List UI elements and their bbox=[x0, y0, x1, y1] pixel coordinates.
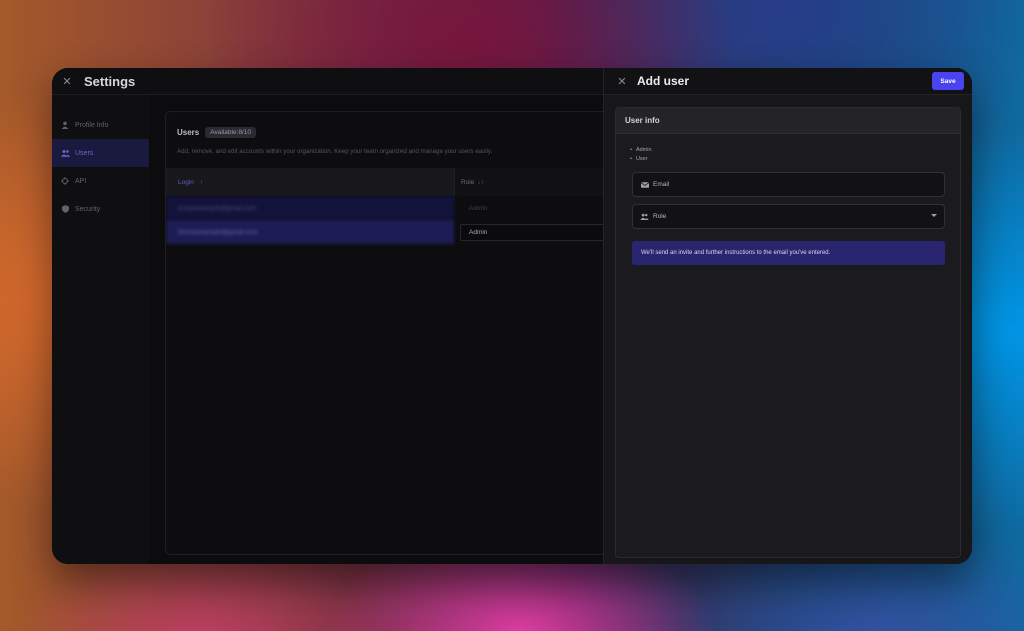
role-cell: Admin bbox=[454, 196, 624, 220]
email-placeholder: Email bbox=[653, 181, 670, 188]
save-button[interactable]: Save bbox=[932, 72, 964, 90]
sidebar-item-security[interactable]: Security bbox=[52, 195, 149, 223]
chevron-down-icon bbox=[931, 214, 937, 217]
role-placeholder: Role bbox=[653, 213, 667, 220]
login-cell: emaclexample@gmail.com bbox=[166, 196, 454, 220]
sidebar-item-label: Users bbox=[75, 149, 94, 157]
role-dropdown[interactable]: Role bbox=[632, 204, 945, 229]
close-icon[interactable]: ✕ bbox=[61, 75, 73, 88]
users-title: Users bbox=[177, 128, 200, 137]
users-icon bbox=[640, 212, 649, 221]
sidebar-item-label: Security bbox=[75, 205, 101, 213]
sidebar-item-api[interactable]: API bbox=[52, 167, 149, 195]
role-cell: Admin bbox=[454, 220, 624, 244]
shield-icon bbox=[60, 204, 70, 214]
column-header-role[interactable]: Role ↓↑ bbox=[454, 168, 624, 196]
sort-icon: ↓↑ bbox=[477, 178, 484, 186]
sidebar-item-profile-info[interactable]: Profile Info bbox=[52, 111, 149, 139]
add-user-title: Add user bbox=[637, 74, 690, 88]
available-badge: Available:8/10 bbox=[205, 127, 256, 138]
close-icon[interactable]: ✕ bbox=[616, 75, 628, 88]
users-description: Add, remove, and edit accounts within yo… bbox=[177, 148, 493, 155]
sidebar-item-label: API bbox=[75, 177, 87, 185]
column-header-login[interactable]: Login ↑ bbox=[166, 168, 454, 196]
add-user-panel: ✕ Add user Save User info Admin User Ema… bbox=[603, 68, 972, 564]
login-cell: Dominexample@gmail.com bbox=[166, 220, 454, 244]
api-icon bbox=[60, 176, 70, 186]
user-icon bbox=[60, 120, 70, 130]
sort-up-icon: ↑ bbox=[199, 178, 204, 186]
table-row[interactable]: Dominexample@gmail.com Admin bbox=[166, 220, 624, 244]
role-select[interactable]: Admin bbox=[460, 223, 610, 241]
table-row[interactable]: emaclexample@gmail.com Admin bbox=[166, 196, 624, 220]
settings-window: ✕ Settings Profile Info Users API Securi… bbox=[52, 68, 972, 564]
sidebar-item-label: Profile Info bbox=[75, 121, 109, 129]
user-info-title: User info bbox=[616, 108, 960, 134]
table-header: Login ↑ Role ↓↑ bbox=[166, 168, 624, 196]
list-item: Admin bbox=[630, 146, 652, 155]
user-info-card: User info Admin User Email Role We'll se… bbox=[615, 107, 961, 558]
users-panel: Users Available:8/10 Add, remove, and ed… bbox=[165, 111, 625, 555]
role-select[interactable]: Admin bbox=[460, 200, 610, 217]
role-options-list: Admin User bbox=[630, 146, 652, 163]
add-user-header: ✕ Add user Save bbox=[604, 68, 972, 95]
sidebar: Profile Info Users API Security bbox=[52, 95, 149, 564]
settings-title: Settings bbox=[84, 73, 136, 89]
mail-icon bbox=[640, 180, 649, 189]
users-icon bbox=[60, 148, 70, 158]
users-header: Users Available:8/10 bbox=[177, 127, 256, 138]
settings-header: ✕ Settings bbox=[52, 68, 603, 95]
email-field[interactable]: Email bbox=[632, 172, 945, 197]
sidebar-item-users[interactable]: Users bbox=[52, 139, 149, 167]
list-item: User bbox=[630, 155, 652, 164]
invite-notice: We'll send an invite and further instruc… bbox=[632, 241, 945, 265]
